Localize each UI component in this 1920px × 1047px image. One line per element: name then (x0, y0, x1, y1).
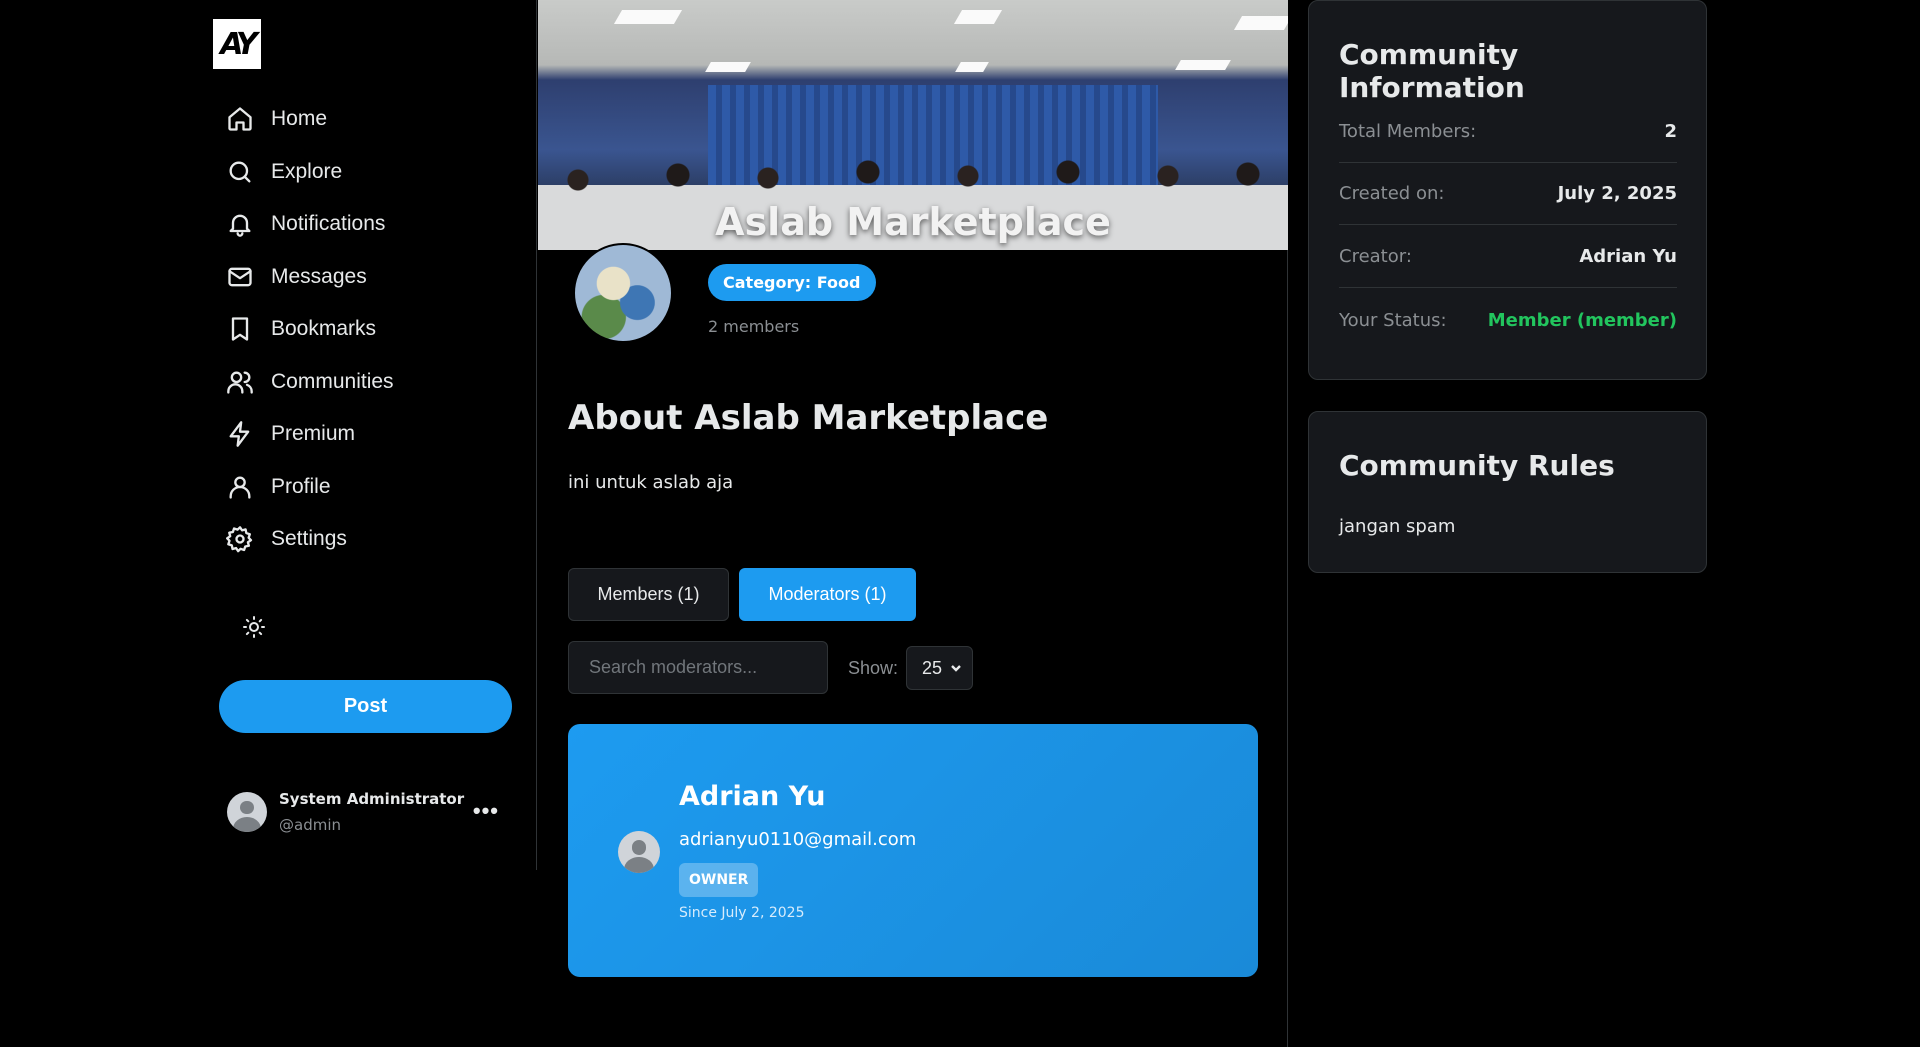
info-value: July 2, 2025 (1557, 183, 1677, 204)
theme-toggle-button[interactable] (239, 612, 269, 642)
info-row-total-members: Total Members: 2 (1339, 101, 1677, 163)
info-row-your-status: Your Status: Member (member) (1339, 289, 1677, 351)
community-banner: Aslab Marketplace (538, 0, 1288, 250)
gear-icon (226, 526, 253, 553)
page-size-select[interactable]: 25 (906, 646, 973, 690)
banner-decoration (1175, 60, 1231, 70)
nav-label-home: Home (271, 107, 328, 131)
search-moderators-input[interactable] (568, 641, 828, 694)
current-user-name: System Administrator (279, 790, 465, 808)
info-label: Creator: (1339, 246, 1412, 267)
nav-item-premium[interactable]: Premium (226, 408, 516, 461)
moderator-since: Since July 2, 2025 (679, 905, 805, 921)
community-avatar (573, 243, 673, 343)
community-rules-text: jangan spam (1339, 516, 1456, 537)
nav-label-messages: Messages (271, 264, 367, 288)
status-value: Member (member) (1487, 309, 1677, 331)
community-info-card: Community Information Total Members: 2 C… (1308, 0, 1707, 380)
nav-label-explore: Explore (271, 159, 343, 183)
role-badge: OWNER (679, 863, 759, 897)
nav-label-premium: Premium (271, 422, 356, 446)
community-info-title: Community Information (1339, 38, 1525, 104)
category-badge: Category: Food (708, 264, 876, 301)
nav-label-settings: Settings (271, 527, 347, 551)
show-label: Show: (848, 658, 899, 678)
tab-moderators[interactable]: Moderators (1) (739, 568, 916, 621)
info-row-creator: Creator: Adrian Yu (1339, 226, 1677, 288)
info-row-created-on: Created on: July 2, 2025 (1339, 163, 1677, 225)
moderator-name: Adrian Yu (679, 781, 826, 812)
app-logo[interactable]: AY (213, 19, 261, 69)
nav-item-notifications[interactable]: Notifications (226, 198, 516, 251)
lightning-icon (229, 421, 250, 448)
nav-label-profile: Profile (271, 474, 331, 498)
nav-label-notifications: Notifications (271, 212, 386, 236)
info-label: Your Status: (1339, 309, 1447, 331)
community-main: Aslab Marketplace Category: Food 2 membe… (537, 0, 1288, 1047)
nav-item-communities[interactable]: Communities (226, 356, 516, 409)
current-user-handle: @admin (279, 816, 341, 834)
banner-decoration (953, 10, 1003, 24)
community-banner-title: Aslab Marketplace (715, 200, 1111, 244)
post-button[interactable]: Post (219, 680, 512, 733)
banner-decoration (955, 62, 989, 72)
info-label: Created on: (1339, 183, 1445, 204)
info-value: 2 (1664, 121, 1677, 142)
current-user-info: System Administrator @admin (279, 790, 464, 834)
banner-decoration (613, 10, 683, 24)
about-title: About Aslab Marketplace (568, 398, 1049, 438)
moderator-card[interactable]: Adrian Yu adrianyu0110@gmail.com OWNER S… (568, 724, 1258, 977)
bell-icon (229, 214, 251, 238)
users-icon (227, 371, 253, 394)
app-root: AY Home Explore Notifications Messages B… (0, 0, 1920, 1047)
tab-members[interactable]: Members (1) (568, 568, 729, 621)
nav-item-home[interactable]: Home (226, 93, 516, 146)
info-label: Total Members: (1339, 121, 1477, 142)
avatar (227, 792, 267, 832)
community-rules-title: Community Rules (1339, 449, 1615, 482)
nav-item-profile[interactable]: Profile (226, 461, 516, 514)
info-value: Adrian Yu (1579, 246, 1677, 267)
chevron-down-icon (951, 665, 961, 672)
current-user-menu[interactable]: System Administrator @admin ••• (227, 782, 517, 842)
moderator-email: adrianyu0110@gmail.com (679, 829, 917, 850)
nav-label-bookmarks: Bookmarks (271, 317, 377, 341)
nav-item-messages[interactable]: Messages (226, 251, 516, 304)
more-dots-icon[interactable]: ••• (473, 798, 499, 824)
left-sidebar: AY Home Explore Notifications Messages B… (212, 0, 537, 870)
sun-icon (243, 616, 265, 638)
bookmark-icon (231, 317, 249, 341)
nav-label-communities: Communities (271, 369, 394, 393)
community-rules-card: Community Rules jangan spam (1308, 411, 1707, 573)
main-nav: Home Explore Notifications Messages Book… (226, 93, 516, 566)
nav-item-bookmarks[interactable]: Bookmarks (226, 303, 516, 356)
nav-item-settings[interactable]: Settings (226, 513, 516, 566)
members-count: 2 members (708, 317, 800, 336)
home-icon (228, 107, 252, 131)
user-icon (229, 476, 251, 499)
nav-item-explore[interactable]: Explore (226, 146, 516, 199)
avatar (618, 831, 660, 873)
banner-decoration (705, 62, 751, 72)
search-icon (229, 161, 251, 183)
banner-decoration (1233, 16, 1288, 30)
page-size-value: 25 (922, 657, 943, 678)
mail-icon (228, 267, 252, 287)
community-description: ini untuk aslab aja (568, 472, 734, 493)
